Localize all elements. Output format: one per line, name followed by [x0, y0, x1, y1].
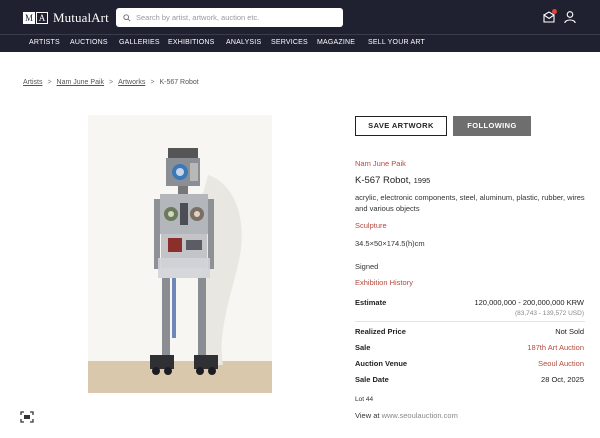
artwork-year: 1995	[413, 176, 431, 185]
view-at-prefix: View at	[355, 411, 380, 420]
artwork-title-text: K-567 Robot,	[355, 175, 411, 186]
artwork-title: K-567 Robot, 1995	[355, 175, 430, 186]
lot-number: Lot 44	[355, 396, 374, 403]
expand-icon[interactable]	[20, 411, 34, 423]
following-button[interactable]: FOLLOWING	[453, 116, 531, 136]
artwork-image[interactable]	[88, 115, 272, 393]
user-icon	[564, 11, 576, 24]
view-at-link[interactable]: View at www.seoulauction.com	[355, 411, 458, 420]
sale-date-value: 28 Oct, 2025	[541, 375, 584, 384]
breadcrumb-artists[interactable]: Artists	[23, 79, 42, 86]
breadcrumb-separator: >	[150, 79, 155, 86]
breadcrumb-artworks[interactable]: Artworks	[118, 79, 145, 86]
logo-text: MutualArt	[53, 10, 109, 25]
view-at-site[interactable]: www.seoulauction.com	[382, 411, 458, 420]
breadcrumb-artist[interactable]: Nam June Paik	[57, 79, 104, 86]
divider	[355, 321, 585, 322]
notification-badge	[552, 9, 557, 14]
account-button[interactable]	[563, 10, 577, 24]
estimate-label: Estimate	[355, 298, 387, 307]
sale-date-label: Sale Date	[355, 375, 389, 384]
realized-price-value: Not Sold	[555, 327, 584, 336]
search-icon	[123, 13, 131, 22]
artist-link[interactable]: Nam June Paik	[355, 159, 406, 168]
auction-venue-link[interactable]: Seoul Auction	[538, 359, 584, 368]
search-bar[interactable]	[116, 8, 343, 27]
search-input[interactable]	[136, 13, 336, 22]
save-artwork-button[interactable]: SAVE ARTWORK	[355, 116, 447, 136]
nav-exhibitions[interactable]: EXHIBITIONS	[168, 39, 215, 46]
breadcrumb-separator: >	[47, 79, 52, 86]
top-bar: M A MutualArt	[0, 0, 600, 34]
realized-price-label: Realized Price	[355, 327, 406, 336]
logo-letter-m: M	[23, 12, 35, 24]
logo-letter-a: A	[36, 12, 48, 24]
artwork-category-link[interactable]: Sculpture	[355, 221, 387, 230]
nav-services[interactable]: SERVICES	[271, 39, 308, 46]
breadcrumb-separator: >	[109, 79, 114, 86]
nav-sell-your-art[interactable]: SELL YOUR ART	[368, 39, 425, 46]
notifications-button[interactable]	[542, 9, 557, 24]
auction-venue-label: Auction Venue	[355, 359, 408, 368]
nav-artists[interactable]: ARTISTS	[29, 39, 60, 46]
main-nav: ARTISTS AUCTIONS GALLERIES EXHIBITIONS A…	[0, 34, 600, 52]
nav-auctions[interactable]: AUCTIONS	[70, 39, 108, 46]
nav-analysis[interactable]: ANALYSIS	[226, 39, 261, 46]
mutualart-logo[interactable]: M A MutualArt	[23, 10, 109, 26]
sale-link[interactable]: 187th Art Auction	[527, 343, 584, 352]
artwork-signed: Signed	[355, 262, 379, 271]
sale-label: Sale	[355, 343, 371, 352]
robot-sculpture-illustration	[150, 148, 242, 375]
nav-magazine[interactable]: MAGAZINE	[317, 39, 355, 46]
artwork-medium: acrylic, electronic components, steel, a…	[355, 193, 585, 213]
estimate-usd: (83,743 - 139,572 USD)	[514, 310, 584, 317]
estimate-value: 120,000,000 - 200,000,000 KRW	[474, 298, 584, 307]
artwork-dimensions: 34.5×50×174.5(h)cm	[355, 239, 425, 248]
breadcrumb-current: K-567 Robot	[159, 79, 199, 86]
exhibition-history-link[interactable]: Exhibition History	[355, 278, 413, 287]
breadcrumb: Artists > Nam June Paik > Artworks > K-567 Rob…	[23, 79, 199, 86]
nav-galleries[interactable]: GALLERIES	[119, 39, 160, 46]
